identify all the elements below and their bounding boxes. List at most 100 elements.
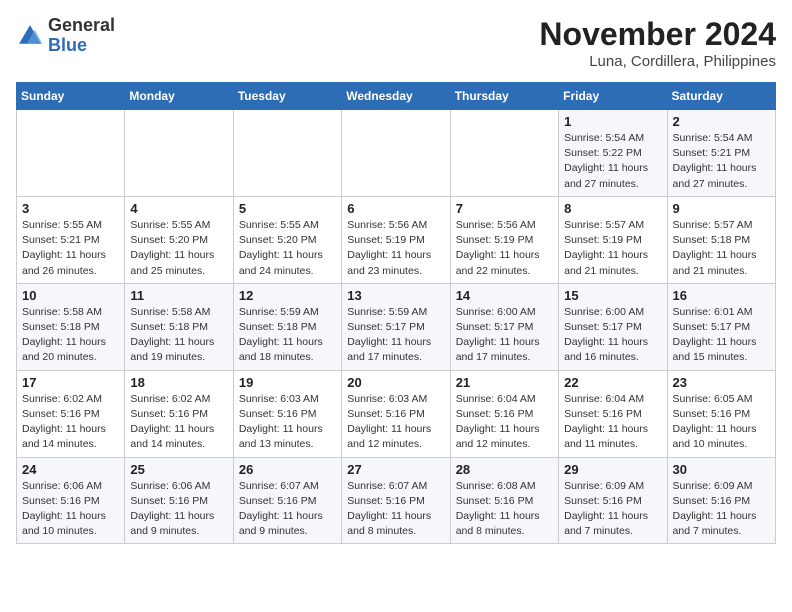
calendar-week-5: 24Sunrise: 6:06 AM Sunset: 5:16 PM Dayli… — [17, 457, 776, 544]
calendar-cell-w2-d6: 9 Sunrise: 5:57 AM Sunset: 5:18 PM Daylig… — [667, 196, 775, 283]
calendar-week-4: 17Sunrise: 6:02 AM Sunset: 5:16 PM Dayli… — [17, 370, 776, 457]
calendar-cell-w3-d2: 12 Sunrise: 5:59 AM Sunset: 5:18 PM Dayli… — [233, 283, 341, 370]
calendar-cell-w3-d1: 11 Sunrise: 5:58 AM Sunset: 5:18 PM Dayli… — [125, 283, 233, 370]
day-info: Sunrise: 5:57 AM Sunset: 5:18 PM Dayligh… — [673, 218, 770, 279]
calendar-cell-w4-d1: 18 Sunrise: 6:02 AM Sunset: 5:16 PM Dayli… — [125, 370, 233, 457]
weekday-header-tuesday: Tuesday — [233, 83, 341, 110]
day-info: Sunrise: 6:03 AM Sunset: 5:16 PM Dayligh… — [239, 392, 336, 453]
calendar-cell-w4-d0: 17Sunrise: 6:02 AM Sunset: 5:16 PM Dayli… — [17, 370, 125, 457]
calendar-cell-w4-d3: 20 Sunrise: 6:03 AM Sunset: 5:16 PM Dayli… — [342, 370, 450, 457]
day-number: 15 — [564, 288, 661, 303]
calendar-cell-w1-d6: 2Sunrise: 5:54 AM Sunset: 5:21 PM Daylig… — [667, 110, 775, 197]
calendar-cell-w3-d3: 13Sunrise: 5:59 AM Sunset: 5:17 PM Dayli… — [342, 283, 450, 370]
weekday-header-row: SundayMondayTuesdayWednesdayThursdayFrid… — [17, 83, 776, 110]
day-number: 5 — [239, 201, 336, 216]
calendar-cell-w1-d2 — [233, 110, 341, 197]
calendar-cell-w4-d6: 23 Sunrise: 6:05 AM Sunset: 5:16 PM Dayli… — [667, 370, 775, 457]
day-number: 22 — [564, 375, 661, 390]
day-number: 8 — [564, 201, 661, 216]
calendar-cell-w4-d4: 21 Sunrise: 6:04 AM Sunset: 5:16 PM Dayli… — [450, 370, 558, 457]
calendar-cell-w2-d0: 3Sunrise: 5:55 AM Sunset: 5:21 PM Daylig… — [17, 196, 125, 283]
calendar-cell-w5-d5: 29 Sunrise: 6:09 AM Sunset: 5:16 PM Dayli… — [559, 457, 667, 544]
day-number: 12 — [239, 288, 336, 303]
day-number: 9 — [673, 201, 770, 216]
day-info: Sunrise: 5:55 AM Sunset: 5:20 PM Dayligh… — [130, 218, 227, 279]
calendar-table: SundayMondayTuesdayWednesdayThursdayFrid… — [16, 82, 776, 544]
calendar-cell-w1-d0 — [17, 110, 125, 197]
calendar-cell-w5-d4: 28 Sunrise: 6:08 AM Sunset: 5:16 PM Dayli… — [450, 457, 558, 544]
day-info: Sunrise: 5:59 AM Sunset: 5:18 PM Dayligh… — [239, 305, 336, 366]
day-number: 27 — [347, 462, 444, 477]
calendar-cell-w1-d4 — [450, 110, 558, 197]
day-info: Sunrise: 5:55 AM Sunset: 5:21 PM Dayligh… — [22, 218, 119, 279]
day-number: 25 — [130, 462, 227, 477]
day-number: 28 — [456, 462, 553, 477]
calendar-cell-w3-d5: 15 Sunrise: 6:00 AM Sunset: 5:17 PM Dayli… — [559, 283, 667, 370]
day-info: Sunrise: 6:01 AM Sunset: 5:17 PM Dayligh… — [673, 305, 770, 366]
calendar-cell-w5-d2: 26 Sunrise: 6:07 AM Sunset: 5:16 PM Dayli… — [233, 457, 341, 544]
day-info: Sunrise: 6:07 AM Sunset: 5:16 PM Dayligh… — [347, 479, 444, 540]
day-number: 16 — [673, 288, 770, 303]
day-number: 21 — [456, 375, 553, 390]
day-number: 20 — [347, 375, 444, 390]
calendar-cell-w1-d1 — [125, 110, 233, 197]
calendar-cell-w2-d4: 7 Sunrise: 5:56 AM Sunset: 5:19 PM Daylig… — [450, 196, 558, 283]
day-number: 10 — [22, 288, 119, 303]
day-number: 14 — [456, 288, 553, 303]
calendar-cell-w5-d0: 24Sunrise: 6:06 AM Sunset: 5:16 PM Dayli… — [17, 457, 125, 544]
calendar-week-1: 1 Sunrise: 5:54 AM Sunset: 5:22 PM Daylig… — [17, 110, 776, 197]
day-info: Sunrise: 6:07 AM Sunset: 5:16 PM Dayligh… — [239, 479, 336, 540]
day-info: Sunrise: 5:54 AM Sunset: 5:22 PM Dayligh… — [564, 131, 661, 192]
day-number: 4 — [130, 201, 227, 216]
weekday-header-saturday: Saturday — [667, 83, 775, 110]
day-info: Sunrise: 6:02 AM Sunset: 5:16 PM Dayligh… — [22, 392, 119, 453]
calendar-week-2: 3Sunrise: 5:55 AM Sunset: 5:21 PM Daylig… — [17, 196, 776, 283]
day-info: Sunrise: 5:56 AM Sunset: 5:19 PM Dayligh… — [456, 218, 553, 279]
calendar-cell-w5-d3: 27 Sunrise: 6:07 AM Sunset: 5:16 PM Dayli… — [342, 457, 450, 544]
calendar-cell-w2-d3: 6Sunrise: 5:56 AM Sunset: 5:19 PM Daylig… — [342, 196, 450, 283]
day-info: Sunrise: 6:09 AM Sunset: 5:16 PM Dayligh… — [673, 479, 770, 540]
day-info: Sunrise: 6:05 AM Sunset: 5:16 PM Dayligh… — [673, 392, 770, 453]
calendar-cell-w3-d4: 14 Sunrise: 6:00 AM Sunset: 5:17 PM Dayli… — [450, 283, 558, 370]
logo: General Blue — [16, 16, 115, 56]
day-number: 6 — [347, 201, 444, 216]
day-number: 30 — [673, 462, 770, 477]
weekday-header-friday: Friday — [559, 83, 667, 110]
day-info: Sunrise: 6:09 AM Sunset: 5:16 PM Dayligh… — [564, 479, 661, 540]
calendar-cell-w1-d5: 1 Sunrise: 5:54 AM Sunset: 5:22 PM Daylig… — [559, 110, 667, 197]
day-number: 7 — [456, 201, 553, 216]
day-number: 1 — [564, 114, 661, 129]
day-info: Sunrise: 6:08 AM Sunset: 5:16 PM Dayligh… — [456, 479, 553, 540]
calendar-cell-w2-d5: 8 Sunrise: 5:57 AM Sunset: 5:19 PM Daylig… — [559, 196, 667, 283]
day-number: 26 — [239, 462, 336, 477]
day-info: Sunrise: 5:57 AM Sunset: 5:19 PM Dayligh… — [564, 218, 661, 279]
weekday-header-thursday: Thursday — [450, 83, 558, 110]
day-info: Sunrise: 6:04 AM Sunset: 5:16 PM Dayligh… — [564, 392, 661, 453]
day-number: 29 — [564, 462, 661, 477]
day-info: Sunrise: 6:04 AM Sunset: 5:16 PM Dayligh… — [456, 392, 553, 453]
calendar-cell-w2-d2: 5 Sunrise: 5:55 AM Sunset: 5:20 PM Daylig… — [233, 196, 341, 283]
calendar-cell-w5-d6: 30 Sunrise: 6:09 AM Sunset: 5:16 PM Dayli… — [667, 457, 775, 544]
day-number: 24 — [22, 462, 119, 477]
day-number: 18 — [130, 375, 227, 390]
day-number: 19 — [239, 375, 336, 390]
day-info: Sunrise: 5:58 AM Sunset: 5:18 PM Dayligh… — [130, 305, 227, 366]
calendar-cell-w3-d0: 10 Sunrise: 5:58 AM Sunset: 5:18 PM Dayli… — [17, 283, 125, 370]
calendar-cell-w1-d3 — [342, 110, 450, 197]
page-header: General Blue November 2024 Luna, Cordill… — [16, 16, 776, 70]
calendar-cell-w2-d1: 4 Sunrise: 5:55 AM Sunset: 5:20 PM Daylig… — [125, 196, 233, 283]
weekday-header-sunday: Sunday — [17, 83, 125, 110]
day-number: 23 — [673, 375, 770, 390]
day-number: 11 — [130, 288, 227, 303]
logo-general-text: General — [48, 15, 115, 35]
calendar-cell-w4-d2: 19 Sunrise: 6:03 AM Sunset: 5:16 PM Dayli… — [233, 370, 341, 457]
day-info: Sunrise: 6:02 AM Sunset: 5:16 PM Dayligh… — [130, 392, 227, 453]
day-info: Sunrise: 6:00 AM Sunset: 5:17 PM Dayligh… — [564, 305, 661, 366]
day-info: Sunrise: 6:03 AM Sunset: 5:16 PM Dayligh… — [347, 392, 444, 453]
day-info: Sunrise: 5:55 AM Sunset: 5:20 PM Dayligh… — [239, 218, 336, 279]
day-info: Sunrise: 5:58 AM Sunset: 5:18 PM Dayligh… — [22, 305, 119, 366]
day-info: Sunrise: 6:00 AM Sunset: 5:17 PM Dayligh… — [456, 305, 553, 366]
title-block: November 2024 Luna, Cordillera, Philippi… — [539, 16, 776, 70]
day-info: Sunrise: 5:59 AM Sunset: 5:17 PM Dayligh… — [347, 305, 444, 366]
day-info: Sunrise: 5:54 AM Sunset: 5:21 PM Dayligh… — [673, 131, 770, 192]
